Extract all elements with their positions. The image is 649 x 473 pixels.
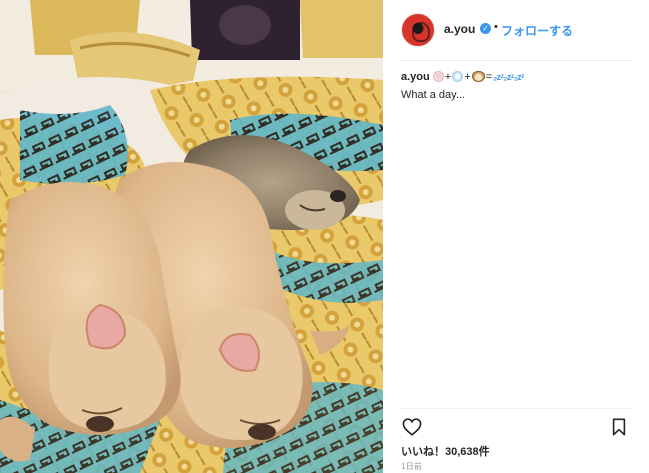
header-username[interactable]: a.you	[444, 22, 475, 36]
follow-button[interactable]: フォローする	[501, 22, 573, 39]
heart-icon[interactable]	[402, 418, 422, 436]
snowflake-emoji	[452, 71, 464, 82]
header-divider	[400, 60, 632, 61]
post-photo[interactable]	[0, 0, 383, 473]
avatar[interactable]	[401, 13, 435, 47]
photo-illustration	[0, 0, 383, 473]
post-timestamp[interactable]: 1日前	[401, 461, 422, 472]
plus-sign: +	[464, 71, 471, 83]
sleeping-zzz-emoji: ₂zᶻ₂zᶻ₂zᶻ	[493, 72, 524, 82]
caption-text: What a day...	[401, 89, 465, 101]
likes-count[interactable]: いいね！30,638件	[401, 443, 490, 459]
plus-sign: +	[444, 71, 452, 83]
equals-sign: =	[485, 71, 493, 83]
verified-badge-icon: ✓	[480, 23, 491, 34]
separator-dot: •	[494, 21, 498, 33]
post-header: a.you ✓ • フォローする	[383, 0, 649, 60]
dog-face-emoji	[471, 71, 485, 82]
actions-divider	[400, 408, 632, 409]
caption: a.you + + =₂zᶻ₂zᶻ₂zᶻ What a day...	[401, 69, 641, 103]
cherry-blossom-emoji	[432, 71, 444, 82]
bookmark-icon[interactable]	[611, 418, 627, 436]
caption-username[interactable]: a.you	[401, 71, 430, 83]
post-side-panel: a.you ✓ • フォローする a.you + + =₂zᶻ₂zᶻ₂zᶻ What…	[383, 0, 649, 473]
